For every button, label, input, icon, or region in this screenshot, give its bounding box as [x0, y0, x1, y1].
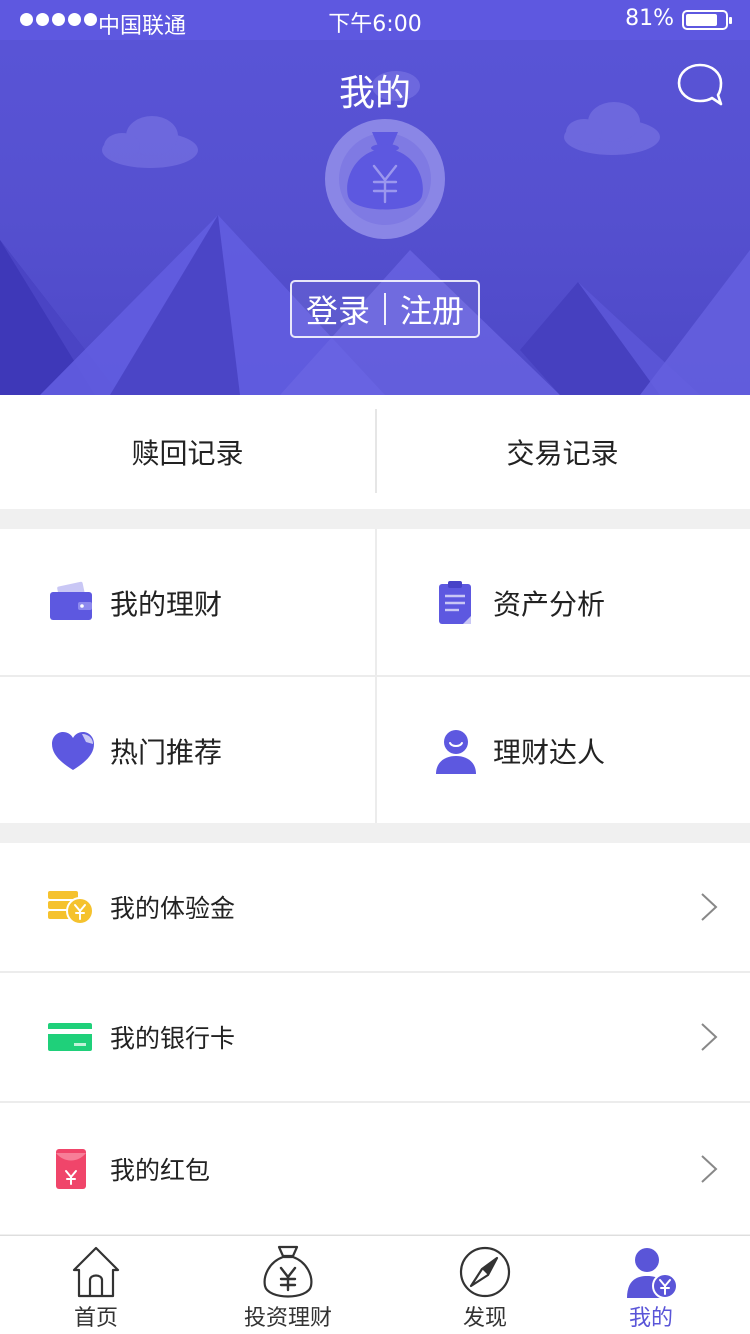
grid-item-my-finance[interactable]: 我的理财	[0, 529, 375, 676]
tab-bar: 首页 投资理财 发现 我的	[0, 1235, 750, 1334]
redemption-records-button[interactable]: 赎回记录	[0, 395, 375, 509]
list-item-bank-card[interactable]: 我的银行卡	[0, 973, 750, 1103]
tab-investment[interactable]: 投资理财	[232, 1236, 344, 1334]
chevron-right-icon	[701, 1154, 718, 1183]
chat-bubble-icon[interactable]	[676, 62, 724, 108]
transaction-records-button[interactable]: 交易记录	[375, 395, 750, 509]
login-register-button[interactable]: 登录 注册	[290, 280, 480, 338]
heart-icon	[52, 731, 94, 770]
list-item-label: 我的体验金	[110, 894, 236, 923]
register-link[interactable]: 注册	[400, 286, 464, 332]
profile-icon	[627, 1248, 678, 1299]
status-bar: 中国联通 下午6:00 81%	[0, 0, 750, 40]
money-bag-icon[interactable]	[324, 118, 446, 240]
user-icon	[436, 729, 476, 774]
tab-label: 我的	[628, 1306, 673, 1331]
battery-icon	[682, 10, 732, 30]
home-icon	[72, 1246, 120, 1298]
grid-item-label: 资产分析	[493, 587, 606, 621]
tab-label: 首页	[73, 1306, 118, 1331]
bank-card-icon	[48, 1023, 92, 1051]
divider	[384, 293, 386, 325]
grid-item-asset-analysis[interactable]: 资产分析	[375, 529, 750, 676]
list-item-trial-fund[interactable]: 我的体验金	[0, 843, 750, 973]
chevron-right-icon	[701, 1023, 718, 1051]
settings-list: 我的体验金 我的银行卡 我的红包	[0, 843, 750, 1234]
clipboard-icon	[439, 580, 471, 624]
tab-home[interactable]: 首页	[57, 1236, 135, 1334]
grid-item-label: 热门推荐	[110, 735, 223, 769]
battery-percent: 81%	[625, 6, 674, 31]
wallet-icon	[50, 581, 92, 620]
grid-item-label: 我的理财	[110, 587, 223, 621]
compass-icon	[459, 1246, 511, 1298]
money-bag-icon	[263, 1245, 313, 1298]
grid-item-finance-experts[interactable]: 理财达人	[375, 677, 750, 824]
grid-item-hot-picks[interactable]: 热门推荐	[0, 677, 375, 824]
tab-label: 发现	[462, 1306, 507, 1331]
coins-icon	[48, 891, 94, 925]
tab-label: 投资理财	[243, 1306, 332, 1331]
list-item-label: 我的银行卡	[110, 1024, 236, 1053]
list-item-red-envelope[interactable]: 我的红包	[0, 1103, 750, 1234]
list-item-label: 我的红包	[110, 1155, 211, 1185]
tab-mine[interactable]: 我的	[612, 1236, 690, 1334]
divider	[375, 409, 377, 493]
grid-item-label: 理财达人	[493, 735, 606, 769]
tab-discover[interactable]: 发现	[446, 1236, 524, 1334]
login-link[interactable]: 登录	[306, 286, 370, 332]
battery-fill	[686, 14, 717, 26]
red-envelope-icon	[56, 1148, 86, 1189]
divider	[375, 529, 377, 823]
header-hero: 中国联通 下午6:00 81% 我的 登录 注册	[0, 0, 750, 395]
page-title: 我的	[338, 73, 411, 114]
feature-grid: 我的理财 资产分析 热门推荐 理财达人	[0, 529, 750, 823]
records-row: 赎回记录 交易记录	[0, 395, 750, 509]
chevron-right-icon	[701, 893, 718, 921]
